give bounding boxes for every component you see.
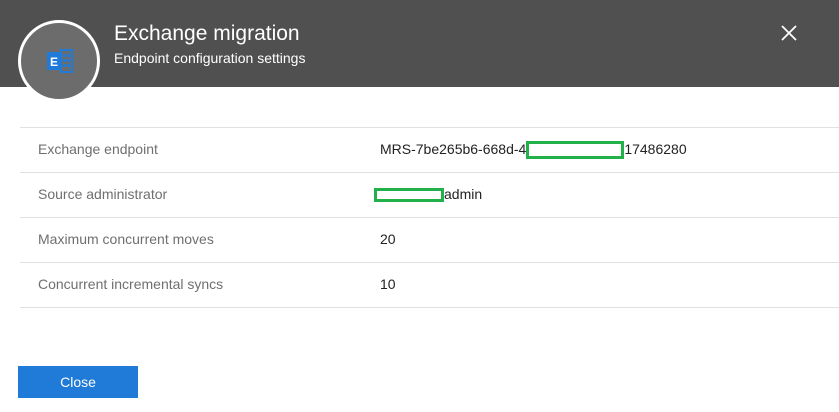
property-label: Exchange endpoint: [38, 141, 158, 157]
property-label: Source administrator: [38, 186, 168, 202]
redaction-box: [374, 188, 444, 203]
property-value: 20: [380, 231, 396, 247]
value-suffix: 17486280: [624, 141, 687, 157]
properties-list: Exchange endpoint MRS-7be265b6-668d-4 174…: [20, 127, 839, 308]
property-label: Maximum concurrent moves: [38, 231, 214, 247]
property-value: admin: [374, 186, 483, 203]
redaction-box: [526, 141, 625, 160]
property-value: 10: [380, 276, 396, 292]
close-icon: [781, 25, 797, 41]
exchange-avatar: E: [18, 20, 100, 102]
property-row-exchange-endpoint: Exchange endpoint MRS-7be265b6-668d-4 174…: [20, 127, 839, 172]
page-subtitle: Endpoint configuration settings: [114, 50, 306, 66]
exchange-logo-icon: E: [47, 49, 73, 73]
property-row-source-administrator: Source administrator admin: [20, 172, 839, 217]
panel-header: E Exchange migration Endpoint configurat…: [0, 0, 839, 102]
svg-text:E: E: [50, 55, 58, 69]
close-button[interactable]: Close: [18, 366, 138, 398]
close-panel-button[interactable]: [776, 20, 802, 46]
value-prefix: MRS-7be265b6-668d-4: [380, 141, 527, 157]
property-value: MRS-7be265b6-668d-4 17486280: [380, 141, 687, 160]
property-row-concurrent-incremental-syncs: Concurrent incremental syncs 10: [20, 262, 839, 308]
value-suffix: admin: [444, 186, 483, 202]
property-row-maximum-concurrent-moves: Maximum concurrent moves 20: [20, 217, 839, 262]
page-title: Exchange migration: [114, 22, 300, 45]
property-label: Concurrent incremental syncs: [38, 276, 224, 292]
